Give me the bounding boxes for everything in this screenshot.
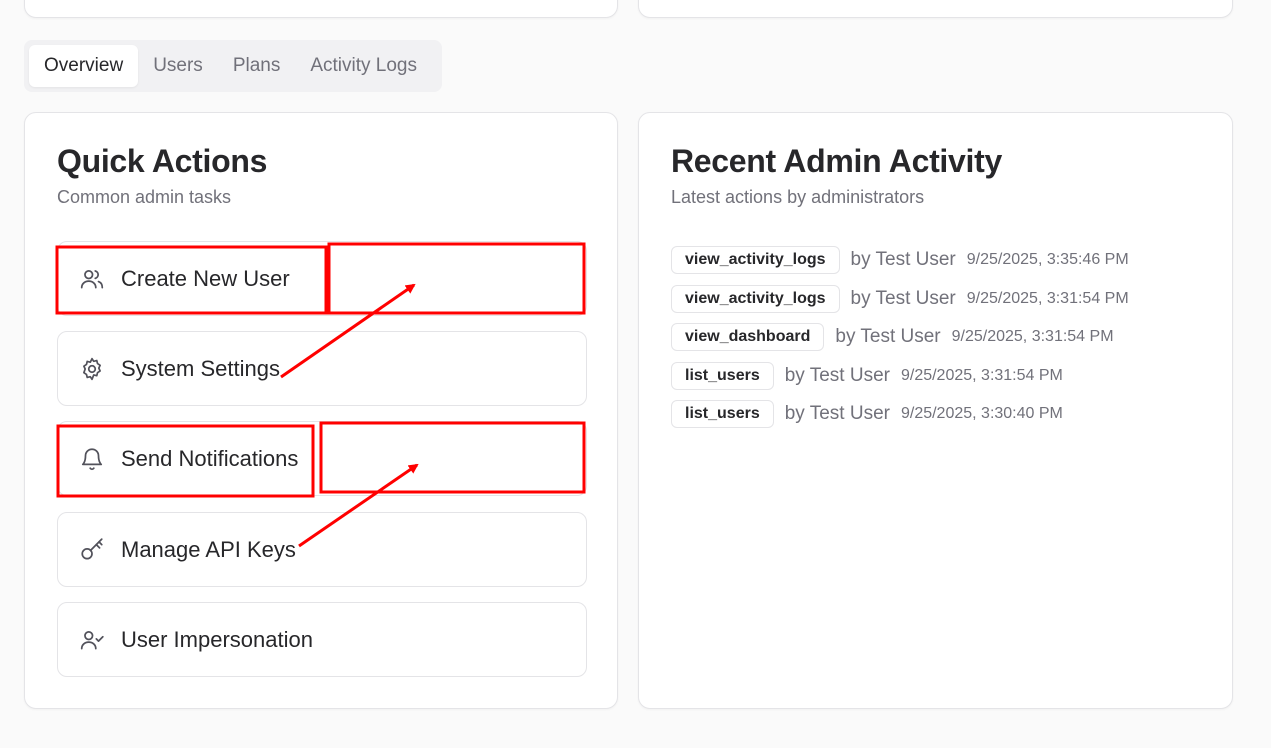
timestamp: 9/25/2025, 3:31:54 PM: [951, 328, 1114, 346]
tab-users[interactable]: Users: [138, 45, 218, 87]
top-right-card: [638, 0, 1233, 18]
manage-api-keys-button[interactable]: Manage API Keys: [57, 512, 587, 587]
user-impersonation-button[interactable]: User Impersonation: [57, 602, 587, 677]
admin-dashboard: Overview Users Plans Activity Logs Quick…: [0, 0, 1271, 748]
user-check-icon: [78, 626, 106, 654]
timestamp: 9/25/2025, 3:31:54 PM: [900, 366, 1063, 384]
manage-api-keys-label: Manage API Keys: [121, 536, 296, 562]
bell-icon: [78, 445, 106, 473]
create-new-user-label: Create New User: [121, 265, 290, 291]
tab-bar: Overview Users Plans Activity Logs: [24, 40, 442, 92]
gear-icon: [78, 355, 106, 383]
recent-activity-title: Recent Admin Activity: [671, 143, 1002, 179]
action-badge: view_activity_logs: [671, 246, 840, 275]
quick-actions-card: Quick Actions Common admin tasks Create …: [24, 112, 618, 709]
tab-plans[interactable]: Plans: [218, 45, 296, 87]
quick-actions-subtitle: Common admin tasks: [57, 187, 232, 207]
actor-text: by Test User: [850, 249, 956, 271]
action-badge: list_users: [671, 361, 774, 390]
action-badge: view_activity_logs: [671, 284, 840, 313]
key-icon: [78, 536, 106, 564]
create-new-user-button[interactable]: Create New User: [57, 241, 587, 316]
quick-actions-title: Quick Actions: [57, 143, 268, 179]
users-icon: [78, 265, 106, 293]
action-badge: view_dashboard: [671, 323, 825, 352]
actor-text: by Test User: [850, 287, 956, 309]
activity-list: view_activity_logs by Test User 9/25/202…: [671, 241, 1129, 434]
actor-text: by Test User: [784, 364, 890, 386]
tab-overview[interactable]: Overview: [29, 45, 139, 87]
system-settings-button[interactable]: System Settings: [57, 331, 587, 406]
list-item: list_users by Test User 9/25/2025, 3:30:…: [671, 395, 1129, 434]
user-impersonation-label: User Impersonation: [121, 626, 313, 652]
list-item: view_activity_logs by Test User 9/25/202…: [671, 241, 1129, 280]
actor-text: by Test User: [835, 326, 941, 348]
list-item: view_dashboard by Test User 9/25/2025, 3…: [671, 318, 1129, 357]
actor-text: by Test User: [784, 403, 890, 425]
timestamp: 9/25/2025, 3:35:46 PM: [966, 251, 1129, 269]
timestamp: 9/25/2025, 3:30:40 PM: [900, 405, 1063, 423]
action-badge: list_users: [671, 400, 774, 429]
send-notifications-label: Send Notifications: [121, 445, 299, 471]
system-settings-label: System Settings: [121, 355, 280, 381]
list-item: list_users by Test User 9/25/2025, 3:31:…: [671, 357, 1129, 396]
top-left-card: [24, 0, 618, 18]
recent-activity-card: Recent Admin Activity Latest actions by …: [638, 112, 1233, 709]
timestamp: 9/25/2025, 3:31:54 PM: [966, 289, 1129, 307]
send-notifications-button[interactable]: Send Notifications: [57, 421, 587, 496]
recent-activity-subtitle: Latest actions by administrators: [671, 187, 925, 207]
tab-activity-logs[interactable]: Activity Logs: [295, 45, 432, 87]
list-item: view_activity_logs by Test User 9/25/202…: [671, 280, 1129, 319]
